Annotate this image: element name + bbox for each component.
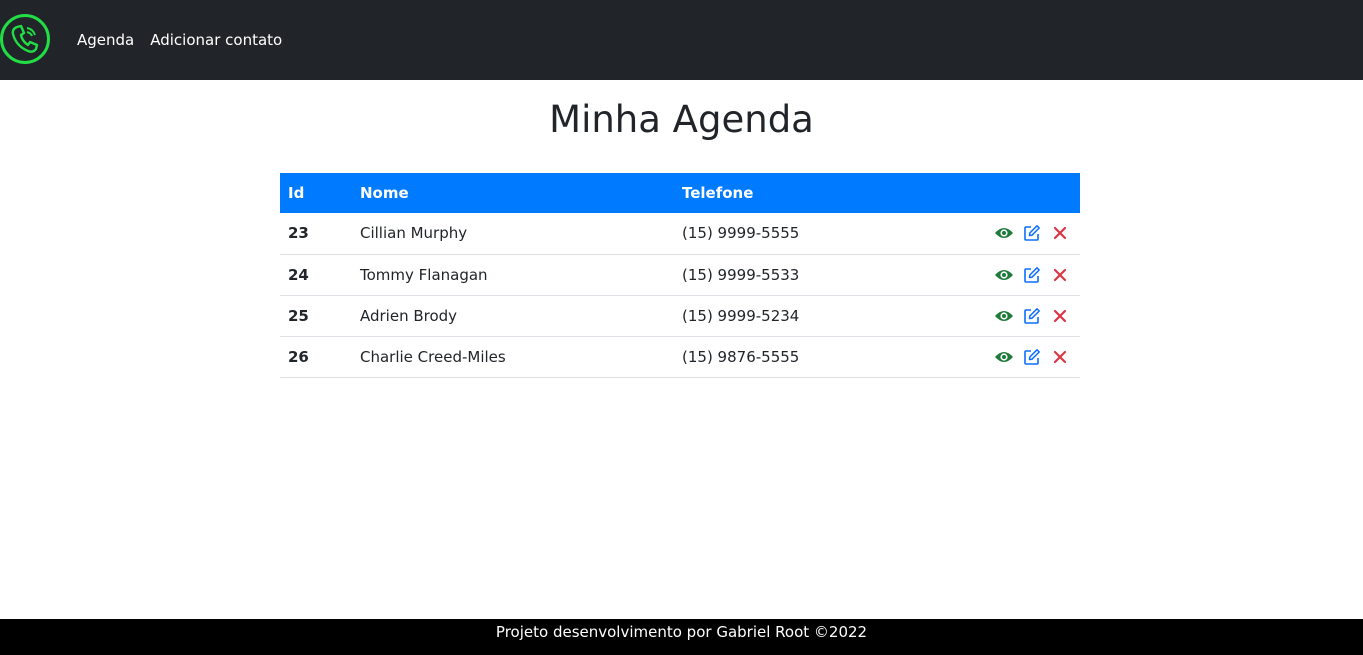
- edit-icon[interactable]: [1022, 306, 1042, 326]
- edit-icon[interactable]: [1022, 347, 1042, 367]
- eye-icon[interactable]: [994, 306, 1014, 326]
- close-icon[interactable]: [1050, 347, 1070, 367]
- header-telefone: Telefone: [682, 184, 754, 202]
- row-nome: Adrien Brody: [360, 306, 458, 325]
- row-telefone: (15) 9999-5234: [682, 306, 800, 325]
- row-telefone: (15) 9999-5555: [682, 224, 800, 243]
- eye-icon[interactable]: [994, 265, 1014, 285]
- row-id: 25: [288, 306, 309, 325]
- contacts-table: Id Nome Telefone 23 Cillian Murphy (15) …: [280, 173, 1080, 378]
- row-actions: [974, 213, 1080, 254]
- row-actions: [974, 295, 1080, 336]
- nav-links: Agenda Adicionar contato: [77, 0, 282, 80]
- table-header-row: Id Nome Telefone: [280, 173, 1080, 213]
- edit-icon[interactable]: [1022, 265, 1042, 285]
- row-actions: [974, 254, 1080, 295]
- row-nome: Cillian Murphy: [360, 224, 468, 243]
- close-icon[interactable]: [1050, 265, 1070, 285]
- footer-text: Projeto desenvolvimento por Gabriel Root…: [495, 623, 868, 641]
- page-title: Minha Agenda: [549, 98, 814, 141]
- table-row: 24 Tommy Flanagan (15) 9999-5533: [280, 254, 1080, 295]
- nav-link-agenda[interactable]: Agenda: [77, 31, 134, 49]
- eye-icon[interactable]: [994, 223, 1014, 243]
- row-nome: Tommy Flanagan: [360, 265, 488, 284]
- row-actions: [974, 336, 1080, 377]
- header-acoes: [974, 173, 1080, 213]
- close-icon[interactable]: [1050, 223, 1070, 243]
- header-nome: Nome: [360, 184, 409, 202]
- close-icon[interactable]: [1050, 306, 1070, 326]
- footer: Projeto desenvolvimento por Gabriel Root…: [0, 619, 1363, 655]
- table-row: 25 Adrien Brody (15) 9999-5234: [280, 295, 1080, 336]
- row-id: 23: [288, 224, 309, 243]
- table-row: 26 Charlie Creed-Miles (15) 9876-5555: [280, 336, 1080, 377]
- row-telefone: (15) 9876-5555: [682, 347, 800, 366]
- row-telefone: (15) 9999-5533: [682, 265, 800, 284]
- edit-icon[interactable]: [1022, 223, 1042, 243]
- row-id: 24: [288, 265, 309, 284]
- table-row: 23 Cillian Murphy (15) 9999-5555: [280, 213, 1080, 254]
- row-id: 26: [288, 347, 309, 366]
- navbar: Agenda Adicionar contato: [0, 0, 1363, 80]
- contacts-table-wrapper: Id Nome Telefone 23 Cillian Murphy (15) …: [280, 173, 1080, 378]
- eye-icon[interactable]: [994, 347, 1014, 367]
- phone-icon[interactable]: [0, 14, 50, 64]
- header-id: Id: [288, 184, 305, 202]
- nav-link-adicionar-contato[interactable]: Adicionar contato: [150, 31, 282, 49]
- row-nome: Charlie Creed-Miles: [360, 347, 506, 366]
